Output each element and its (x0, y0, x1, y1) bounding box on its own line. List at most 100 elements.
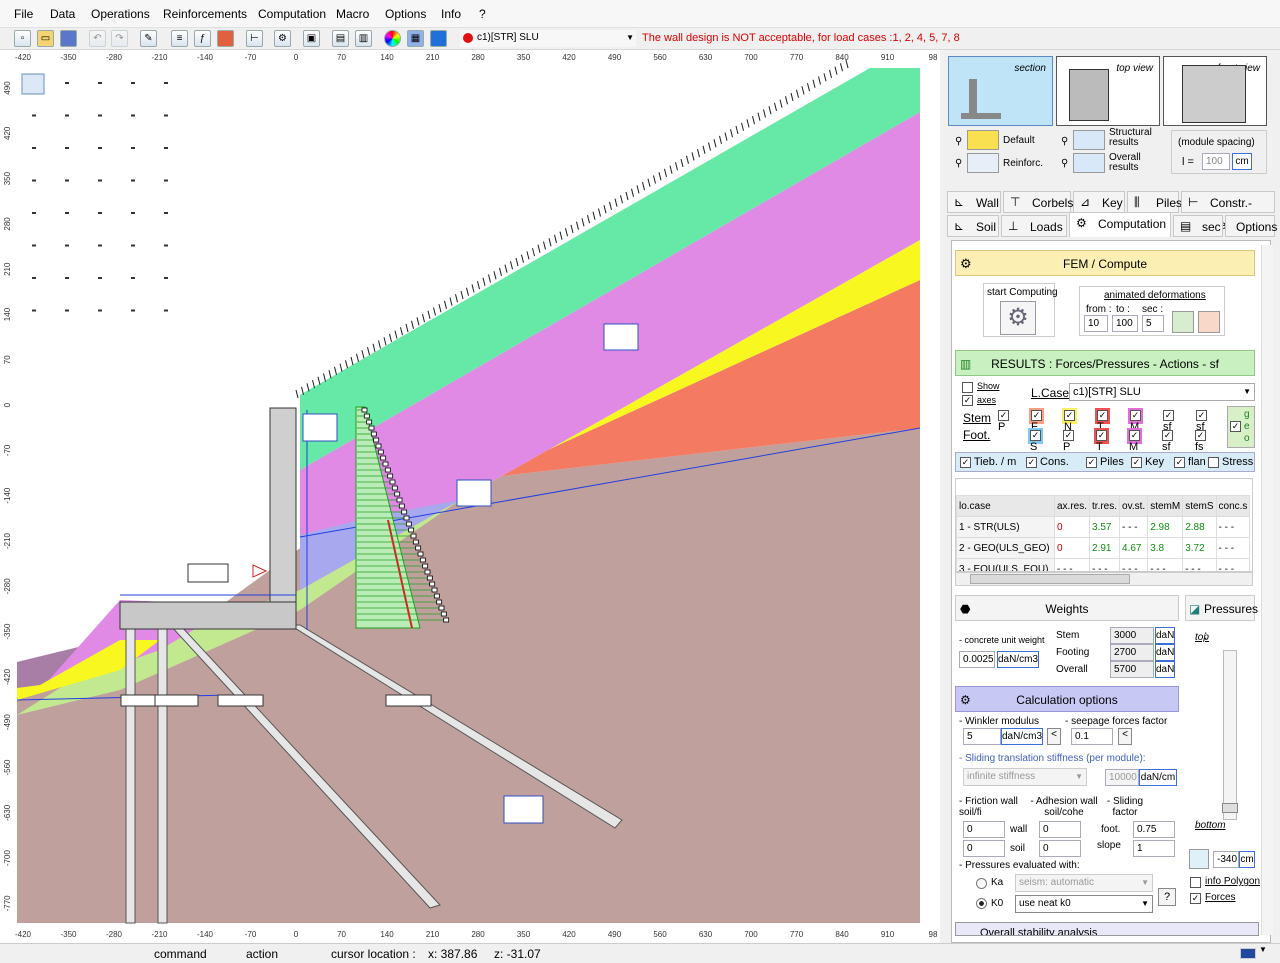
flag-checkbox[interactable]: ✓ (1063, 429, 1074, 441)
flag-n[interactable]: ✓ N (1062, 408, 1077, 433)
layer-info-box-3[interactable] (456, 479, 492, 507)
show-checkbox[interactable] (962, 382, 973, 393)
menu-data[interactable]: Data (50, 7, 75, 21)
forces-checkbox[interactable]: ✓ (1190, 893, 1201, 904)
option-1[interactable]: ✓ Cons. (1026, 456, 1069, 468)
slope-factor-input[interactable]: 1 (1133, 840, 1175, 857)
axes-checkbox[interactable]: ✓ (962, 395, 973, 406)
adhesion-wall-input[interactable]: 0 (1039, 821, 1081, 838)
to-input[interactable]: 100 (1112, 315, 1138, 332)
menu-file[interactable]: File (14, 7, 33, 21)
formula-icon[interactable]: ƒ (194, 30, 211, 47)
tab-soil[interactable]: ⊾ Soil (947, 215, 999, 237)
redo-icon[interactable]: ↷ (111, 30, 128, 47)
chevron-down-icon[interactable]: ▼ (1259, 945, 1267, 954)
k0-radio[interactable] (976, 898, 987, 909)
flag-checkbox[interactable]: ✓ (1031, 409, 1042, 421)
flag-p[interactable]: ✓ P (996, 408, 1011, 433)
table-header[interactable]: lo.case (956, 495, 1055, 517)
tab-piles[interactable]: ⫼ Piles (1127, 191, 1182, 213)
layers-icon[interactable]: ▤ (332, 30, 349, 47)
tab-wall[interactable]: ⊾ Wall (947, 191, 1001, 213)
color-wheel-icon[interactable] (384, 30, 401, 47)
table-row[interactable]: 2 - GEO(ULS_GEO) 0 2.91 4.67 3.8 3.72- - - (956, 537, 1251, 559)
tab-corbels[interactable]: ⊤ Corbels (1003, 191, 1073, 213)
k0-method-select[interactable]: use neat k0 ▼ (1015, 895, 1153, 913)
menu-reinforcements[interactable]: Reinforcements (163, 7, 247, 21)
flag-m[interactable]: ✓ M (1127, 428, 1142, 453)
shield-icon[interactable] (430, 30, 447, 47)
option-checkbox[interactable]: ✓ (1131, 456, 1142, 468)
flag-checkbox[interactable]: ✓ (1196, 409, 1207, 421)
zoom-window-icon[interactable]: ▣ (303, 30, 320, 47)
default-view-button[interactable] (967, 130, 999, 150)
menu-operations[interactable]: Operations (91, 7, 150, 21)
menu-help[interactable]: ? (479, 7, 486, 21)
seepage-input[interactable]: 0.1 (1071, 728, 1113, 745)
flag-fs[interactable]: ✓ fs (1193, 428, 1208, 453)
reinforc-view-button[interactable] (967, 153, 999, 173)
geo-toggle[interactable]: ✓ g e o (1227, 406, 1255, 448)
layer-info-box-4[interactable] (503, 795, 544, 824)
flag-sf[interactable]: ✓ sf (1160, 428, 1175, 453)
option-4[interactable]: ✓ flan (1174, 456, 1206, 468)
info-polygon-checkbox[interactable] (1190, 877, 1201, 888)
geo-checkbox[interactable]: ✓ (1230, 421, 1241, 432)
save-icon[interactable] (60, 30, 77, 47)
tab-options[interactable]: Options (1225, 215, 1277, 237)
table-icon[interactable]: ▦ (407, 30, 424, 47)
flag-checkbox[interactable]: ✓ (1163, 409, 1174, 421)
tab-sec[interactable]: ▤ sec (1173, 215, 1223, 237)
flag-checkbox[interactable]: ✓ (1162, 429, 1173, 441)
section-icon[interactable]: ⊢ (246, 30, 263, 47)
layer-info-box-2[interactable] (302, 413, 338, 442)
option-2[interactable]: ✓ Piles (1086, 456, 1124, 468)
undo-icon[interactable]: ↶ (89, 30, 106, 47)
flag-checkbox[interactable]: ✓ (1030, 429, 1041, 441)
pin-icon[interactable]: ⚲ (1061, 136, 1068, 147)
table-header[interactable]: ov.st. (1119, 495, 1149, 517)
stiffness-select[interactable]: infinite stiffness ▼ (963, 768, 1087, 786)
friction-wall-input[interactable]: 0 (963, 821, 1005, 838)
menu-options[interactable]: Options (385, 7, 426, 21)
friction-soil-input[interactable]: 0 (963, 840, 1005, 857)
ka-radio[interactable] (976, 878, 987, 889)
tab-computation[interactable]: ⚙ Computation (1069, 212, 1171, 237)
seism-select[interactable]: seism: automatic ▼ (1015, 874, 1153, 892)
grid-toggle-button[interactable] (21, 73, 45, 95)
concrete-unit-weight-input[interactable]: 0.0025 (959, 651, 995, 668)
menu-computation[interactable]: Computation (258, 7, 326, 21)
section-drawing[interactable]: -420 -420 -350 -350 -280 -280 -210 -210 -140 -140… (0, 50, 940, 943)
pin-icon[interactable]: ⚲ (955, 158, 962, 169)
module-spacing-input[interactable]: 100 (1202, 153, 1230, 170)
flag-m[interactable]: ✓ M (1128, 408, 1143, 433)
layer-info-box-1[interactable] (603, 323, 639, 351)
menu-info[interactable]: Info (441, 7, 461, 21)
flag-checkbox[interactable]: ✓ (1064, 409, 1075, 421)
top-view-thumbnail[interactable]: top view (1056, 56, 1160, 126)
flag-checkbox[interactable]: ✓ (1195, 429, 1206, 441)
overall-stability-header[interactable]: Overall stability analysis (955, 922, 1259, 936)
edit-icon[interactable]: ✎ (140, 30, 157, 47)
pane-scrollbar[interactable] (1261, 245, 1273, 935)
sec-input[interactable]: 5 (1142, 315, 1164, 332)
chart-icon[interactable] (217, 30, 234, 47)
document-icon[interactable]: ▥ (355, 30, 372, 47)
stiffness-input[interactable]: 10000 (1105, 769, 1139, 786)
stop-animation-button[interactable] (1198, 311, 1220, 333)
gear-icon[interactable]: ⚙ (274, 30, 291, 47)
report-icon[interactable]: ≡ (171, 30, 188, 47)
option-checkbox[interactable]: ✓ (960, 456, 971, 468)
flag-t[interactable]: ✓ T (1095, 408, 1110, 433)
load-case-select[interactable]: c1)[STR] SLU ▼ (460, 30, 636, 47)
flag-t[interactable]: ✓ T (1094, 428, 1109, 453)
language-flag-icon[interactable] (1240, 948, 1256, 959)
tab-key[interactable]: ⊿ Key (1073, 191, 1125, 213)
flag-sf[interactable]: ✓ sf (1161, 408, 1176, 433)
flag-s[interactable]: ✓ S (1028, 428, 1043, 453)
flag-p[interactable]: ✓ P (1061, 428, 1076, 453)
wall-info-box[interactable] (187, 563, 229, 583)
winkler-arrow-button[interactable]: < (1047, 728, 1061, 745)
results-hscroll-thumb[interactable] (970, 574, 1130, 584)
table-row[interactable]: 1 - STR(ULS) 0 3.57- - -2.98 2.88- - - (956, 516, 1251, 538)
